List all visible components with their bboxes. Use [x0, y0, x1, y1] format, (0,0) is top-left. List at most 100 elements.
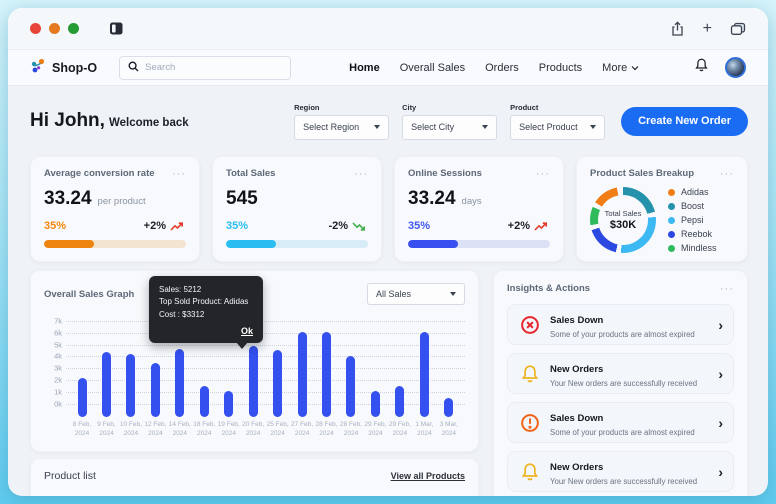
bar-25-feb-2024-8[interactable]: [273, 349, 283, 417]
bar-10-feb-2024-2[interactable]: [126, 354, 136, 417]
y-axis-label: 6k: [54, 328, 62, 338]
product-list-title: Product list: [44, 470, 96, 482]
x-axis-label: 28 Feb, 2024: [339, 421, 362, 437]
bar-28-feb-2024-11[interactable]: [346, 355, 356, 417]
insight-item-new-orders-1[interactable]: New Orders Your New orders are successful…: [507, 353, 734, 394]
brand[interactable]: Shop-O: [30, 58, 97, 77]
bar-29-feb-2024-13[interactable]: [395, 386, 405, 417]
stat-card-total-sales: Total Sales ··· 545 35% -2%: [212, 156, 382, 262]
notification-bell-icon[interactable]: [694, 57, 709, 78]
new-tab-icon[interactable]: +: [703, 20, 712, 37]
nav-item-products[interactable]: Products: [539, 62, 582, 74]
stat-percent: 35%: [226, 220, 249, 232]
x-axis-label: 19 Feb, 2024: [217, 421, 240, 437]
stat-value: 33.24: [408, 188, 456, 209]
chevron-right-icon: ›: [718, 463, 723, 480]
stat-percent: 35%: [44, 220, 67, 232]
donut-chart: Total Sales $30K: [590, 187, 656, 253]
nav-item-more[interactable]: More: [602, 62, 639, 74]
legend-item-boost: Boost: [668, 201, 717, 211]
nav-item-orders[interactable]: Orders: [485, 62, 519, 74]
insight-item-sales-down-0[interactable]: Sales Down Some of your products are almo…: [507, 304, 734, 345]
product-select[interactable]: Select Product: [510, 114, 606, 140]
x-axis-label: 28 Feb, 2024: [315, 421, 338, 437]
user-avatar[interactable]: [725, 57, 746, 78]
greeting: Hi John, Welcome back: [30, 110, 189, 132]
graph-title: Overall Sales Graph: [44, 288, 135, 300]
legend-item-pepsi: Pepsi: [668, 215, 717, 225]
insight-item-new-orders-3[interactable]: New Orders Your New orders are successful…: [507, 451, 734, 492]
city-select[interactable]: Select City: [402, 114, 498, 140]
bar-3-mar-2024-15[interactable]: [444, 398, 454, 417]
breakup-menu-icon[interactable]: ···: [720, 168, 734, 179]
chevron-down-icon: [482, 125, 489, 129]
sales-filter-select[interactable]: All Sales: [367, 283, 465, 305]
trend-down-icon: [352, 221, 365, 231]
bell-icon: [521, 364, 539, 382]
traffic-lights: [30, 23, 79, 34]
nav-item-home[interactable]: Home: [349, 62, 380, 74]
warning-circle-icon: [521, 413, 539, 432]
chevron-down-icon: [374, 125, 381, 129]
y-axis-label: 7k: [54, 316, 62, 326]
app-header: Shop-O Home Overall Sales Orders Products Mo…: [8, 50, 768, 86]
shop-o-logo-icon: [30, 58, 46, 77]
bar-12-feb-2024-3[interactable]: [150, 362, 160, 417]
bar-20-feb-2024-7[interactable]: [248, 346, 258, 417]
insights-menu-icon[interactable]: ···: [720, 283, 734, 294]
minimize-window-button[interactable]: [49, 23, 60, 34]
bar-18-feb-2024-5[interactable]: [199, 386, 209, 417]
tooltip-ok-button[interactable]: Ok: [159, 326, 253, 336]
insights-actions-card: Insights & Actions ··· Sales Down Some of…: [493, 270, 748, 496]
filter-region: Region Select Region: [294, 103, 390, 140]
legend-item-mindless: Mindless: [668, 243, 717, 253]
view-all-products-link[interactable]: View all Products: [391, 471, 465, 481]
insight-item-sales-down-2[interactable]: Sales Down Some of your products are almo…: [507, 402, 734, 443]
card-menu-icon[interactable]: ···: [354, 168, 368, 179]
bar-28-feb-2024-10[interactable]: [322, 332, 332, 417]
search-input[interactable]: [145, 62, 283, 73]
browser-window: + Shop-O Home Overall Sales Orders Products…: [8, 8, 768, 496]
greeting-subtitle: Welcome back: [108, 117, 189, 129]
bar-14-feb-2024-4[interactable]: [175, 348, 185, 417]
trend-up-icon: [170, 221, 183, 231]
bar-29-feb-2024-12[interactable]: [370, 391, 380, 417]
filter-label: Product: [510, 102, 539, 112]
search-box[interactable]: [119, 55, 292, 80]
bar-1-mar-2024-14[interactable]: [419, 332, 429, 417]
stat-value: 545: [226, 188, 258, 209]
stats-row: Average conversion rate ··· 33.24 per produ…: [30, 156, 748, 262]
error-circle-icon: [521, 315, 539, 334]
close-window-button[interactable]: [30, 23, 41, 34]
product-sales-breakup-card: Product Sales Breakup ··· Total Sales $3…: [576, 156, 748, 262]
create-new-order-button[interactable]: Create New Order: [621, 106, 748, 136]
legend-item-reebok: Reebok: [668, 229, 717, 239]
donut-center-label: Total Sales: [604, 209, 642, 218]
filter-bar: Region Select Region City Select City Produc…: [294, 102, 606, 140]
x-axis-label: 27 Feb, 2024: [291, 421, 314, 437]
x-axis-label: 10 Feb, 2024: [119, 421, 142, 437]
share-icon[interactable]: [670, 20, 685, 37]
x-axis-label: 8 Feb, 2024: [72, 421, 92, 437]
bar-27-feb-2024-9[interactable]: [297, 332, 307, 417]
brand-name: Shop-O: [52, 60, 98, 75]
nav-item-overall-sales[interactable]: Overall Sales: [400, 62, 465, 74]
card-menu-icon[interactable]: ···: [536, 168, 550, 179]
x-axis-label: 9 Feb, 2024: [97, 421, 116, 437]
bar-19-feb-2024-6[interactable]: [224, 391, 234, 417]
bar-8-feb-2024-0[interactable]: [77, 378, 87, 417]
stat-change: +2%: [508, 220, 550, 232]
filter-city: City Select City: [402, 103, 498, 140]
card-menu-icon[interactable]: ···: [172, 168, 186, 179]
y-axis-label: 4k: [54, 351, 62, 361]
tabs-overview-icon[interactable]: [730, 22, 746, 36]
sidebar-toggle-icon[interactable]: [109, 21, 124, 36]
overall-sales-graph-card: Overall Sales Graph All Sales Sales: 521…: [30, 270, 479, 452]
insights-title: Insights & Actions: [507, 283, 591, 294]
region-select[interactable]: Select Region: [294, 114, 390, 140]
main-nav: Home Overall Sales Orders Products More: [349, 62, 639, 74]
progress-bar: [44, 240, 186, 248]
zoom-window-button[interactable]: [68, 23, 79, 34]
bar-9-feb-2024-1[interactable]: [101, 352, 111, 417]
progress-bar: [226, 240, 368, 248]
